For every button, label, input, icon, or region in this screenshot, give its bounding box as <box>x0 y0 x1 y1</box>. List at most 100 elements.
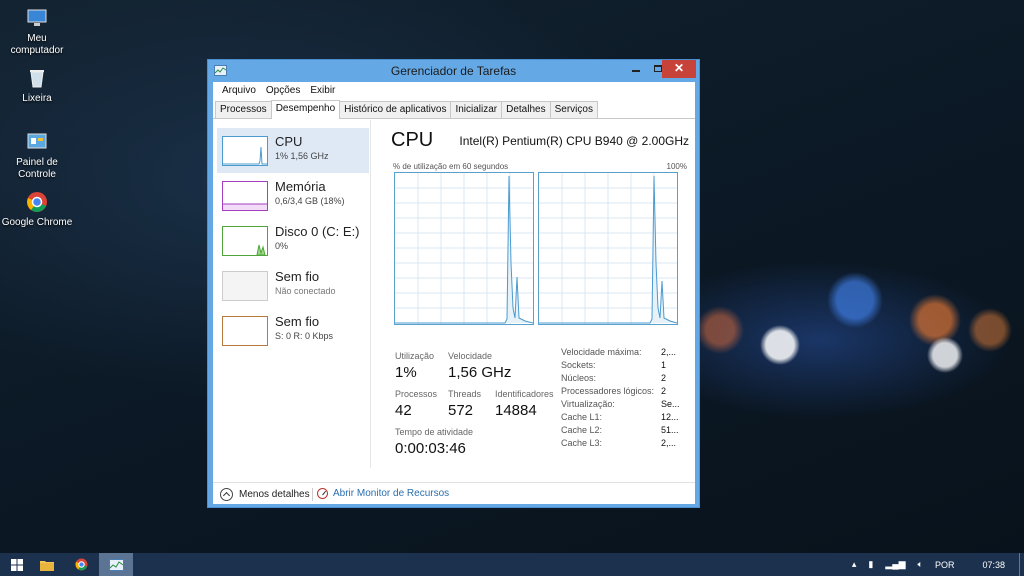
spec-value: 2 <box>661 373 667 383</box>
spec-value: 2,... <box>661 347 677 357</box>
minimize-button[interactable] <box>625 62 647 80</box>
battery-icon[interactable]: ▮ <box>868 559 873 570</box>
title-bar[interactable]: Gerenciador de Tarefas ✕ <box>208 60 699 82</box>
resource-name: Memória <box>275 179 326 194</box>
desktop-icon-chrome[interactable]: Google Chrome <box>0 190 74 229</box>
spec-value: 2,... <box>661 438 677 448</box>
velocidade-value: 1,56 GHz <box>448 364 512 381</box>
taskbar: ▴ ▮ ▂▄▆ 🔈︎ POR 07:38 <box>0 553 1024 576</box>
control-panel-icon <box>27 133 47 149</box>
resource-item-memory[interactable]: Memória 0,6/3,4 GB (18%) <box>217 173 369 218</box>
resource-subtext: 0% <box>275 241 289 251</box>
chevron-up-icon <box>220 488 233 501</box>
task-manager-window: Gerenciador de Tarefas ✕ Arquivo Opções … <box>207 59 700 508</box>
computer-icon <box>27 9 47 26</box>
resource-item-disk[interactable]: Disco 0 (C: E:) 0% <box>217 218 369 263</box>
resource-name: Sem fio <box>275 314 320 329</box>
resource-subtext: S: 0 R: 0 Kbps <box>275 331 334 341</box>
menu-exibir[interactable]: Exibir <box>305 85 340 96</box>
processos-label: Processos <box>395 389 438 399</box>
windows-logo-icon <box>11 558 23 571</box>
spec-label: Virtualização: <box>561 399 615 409</box>
cpu-graph-core-1 <box>538 172 678 325</box>
utilizacao-label: Utilização <box>395 351 435 361</box>
footer-bar: Menos detalhes Abrir Monitor de Recursos <box>213 482 695 504</box>
tray-chevron-icon[interactable]: ▴ <box>852 559 857 570</box>
menu-arquivo[interactable]: Arquivo <box>217 85 261 96</box>
resource-item-wifi-1[interactable]: Sem fio Não conectado <box>217 263 369 308</box>
tab-historico[interactable]: Histórico de aplicativos <box>339 101 452 118</box>
spec-label: Cache L2: <box>561 425 603 435</box>
spec-label: Cache L1: <box>561 412 603 422</box>
resource-name: CPU <box>275 134 303 149</box>
spec-value: 12... <box>661 412 679 422</box>
fewer-details-label: Menos detalhes <box>239 489 310 500</box>
resource-monitor-icon <box>317 488 328 499</box>
resource-item-wifi-2[interactable]: Sem fio S: 0 R: 0 Kbps <box>217 308 369 353</box>
wifi-thumbnail <box>222 271 268 301</box>
taskbar-file-explorer[interactable] <box>30 553 64 576</box>
spec-value: 2 <box>661 386 667 396</box>
tab-detalhes[interactable]: Detalhes <box>501 101 551 118</box>
taskbar-task-manager[interactable] <box>99 553 133 576</box>
resource-item-cpu[interactable]: CPU 1% 1,56 GHz <box>217 128 369 173</box>
close-button[interactable]: ✕ <box>662 60 696 78</box>
tab-desempenho[interactable]: Desempenho <box>270 100 341 119</box>
close-icon: ✕ <box>673 61 685 75</box>
cpu-model: Intel(R) Pentium(R) CPU B940 @ 2.00GHz <box>459 134 689 148</box>
identificadores-value: 14884 <box>495 402 537 419</box>
fewer-details-button[interactable]: Menos detalhes <box>220 488 310 501</box>
tab-bar: Processos Desempenho Histórico de aplica… <box>213 100 695 119</box>
utilizacao-value: 1% <box>395 364 417 381</box>
resource-name: Sem fio <box>275 269 320 284</box>
desktop-icon-label: Google Chrome <box>1 217 73 228</box>
desktop-icon-label: Meu computador <box>10 33 64 56</box>
tab-inicializar[interactable]: Inicializar <box>450 101 503 118</box>
tab-servicos[interactable]: Serviços <box>549 101 598 118</box>
wifi-thumbnail <box>222 316 268 346</box>
detail-title: CPU <box>391 129 434 151</box>
taskbar-chrome[interactable] <box>64 553 98 576</box>
desktop-icon-control-panel[interactable]: Painel de Controle <box>0 130 74 181</box>
velocidade-label: Velocidade <box>448 351 493 361</box>
resource-monitor-label: Abrir Monitor de Recursos <box>333 488 450 499</box>
volume-icon[interactable]: 🔈︎ <box>918 559 923 570</box>
system-tray: ▴ ▮ ▂▄▆ 🔈︎ POR 07:38 <box>846 553 1024 576</box>
chrome-icon <box>27 192 47 212</box>
folder-icon <box>40 560 54 571</box>
threads-label: Threads <box>448 389 482 399</box>
processos-value: 42 <box>395 402 412 419</box>
cpu-detail-panel: CPU Intel(R) Pentium(R) CPU B940 @ 2.00G… <box>381 120 691 468</box>
menu-bar: Arquivo Opções Exibir <box>213 82 695 99</box>
desktop-icon-computer[interactable]: Meu computador <box>0 6 74 57</box>
utilization-max: 100% <box>666 162 687 171</box>
spec-value: 51... <box>661 425 679 435</box>
resource-monitor-link[interactable]: Abrir Monitor de Recursos <box>317 488 449 499</box>
window-client: Arquivo Opções Exibir Processos Desempen… <box>213 82 695 504</box>
spec-label: Cache L3: <box>561 438 603 448</box>
spec-value: Se... <box>661 399 680 409</box>
tempo-value: 0:00:03:46 <box>395 440 466 457</box>
spec-label: Núcleos: <box>561 373 597 383</box>
cpu-graph-core-0 <box>394 172 534 325</box>
resource-list: CPU 1% 1,56 GHz Memória 0,6/3,4 GB (18%)… <box>213 120 371 468</box>
footer-divider <box>312 488 313 501</box>
desktop-icon-recycle-bin[interactable]: Lixeira <box>0 66 74 105</box>
spec-label: Velocidade máxima: <box>561 347 642 357</box>
spec-label: Sockets: <box>561 360 596 370</box>
spec-label: Processadores lógicos: <box>561 386 655 396</box>
tab-processos[interactable]: Processos <box>215 101 272 118</box>
show-desktop-button[interactable] <box>1019 553 1024 576</box>
language-indicator[interactable]: POR <box>935 560 955 570</box>
menu-opcoes[interactable]: Opções <box>261 85 305 96</box>
threads-value: 572 <box>448 402 474 419</box>
minimize-icon <box>632 70 640 72</box>
resource-subtext: 0,6/3,4 GB (18%) <box>275 196 345 206</box>
signal-icon[interactable]: ▂▄▆ <box>885 559 905 570</box>
identificadores-label: Identificadores <box>495 389 554 399</box>
recycle-bin-icon <box>30 70 44 88</box>
clock[interactable]: 07:38 <box>982 560 1005 570</box>
task-manager-icon <box>108 558 124 571</box>
resource-name: Disco 0 (C: E:) <box>275 224 360 239</box>
start-button[interactable] <box>0 553 34 576</box>
